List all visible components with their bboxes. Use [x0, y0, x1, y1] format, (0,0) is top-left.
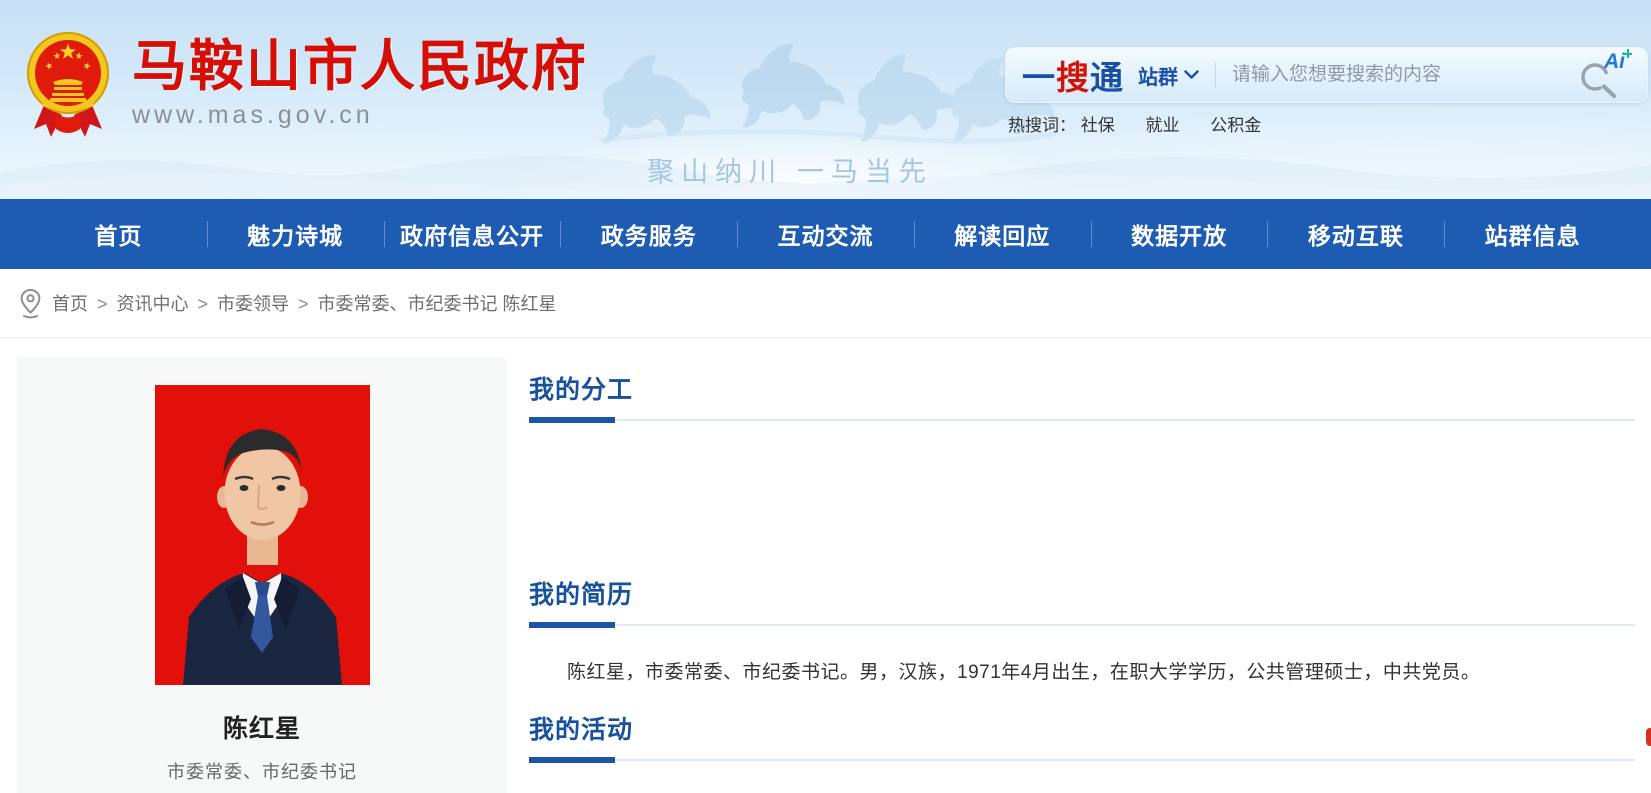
galloping-horses-watermark: [590, 28, 1060, 158]
nav-item-open-data[interactable]: 数据开放: [1091, 199, 1268, 269]
hot-search-words: 热搜词： 社保 就业 公积金: [1008, 111, 1287, 136]
nav-item-gov-services[interactable]: 政务服务: [560, 199, 737, 269]
official-title: 市委常委、市纪委书记: [17, 758, 507, 784]
brand-char-3: 通: [1090, 59, 1124, 96]
ai-search-button[interactable]: Ai: [1579, 52, 1631, 98]
breadcrumb-separator: >: [298, 294, 309, 314]
section-underline: [529, 622, 1635, 628]
breadcrumb-news-center[interactable]: 资讯中心: [117, 294, 189, 314]
site-slogan: 聚山纳川 一马当先: [610, 150, 970, 189]
main-content: 陈红星 市委常委、市纪委书记 我的分工 我的简历 陈红星，市委常委、市纪委书记。…: [17, 357, 1635, 793]
site-logo-link[interactable]: 马鞍山市人民政府 www.mas.gov.cn: [22, 25, 588, 139]
main-navigation: 首页 魅力诗城 政府信息公开 政务服务 互动交流 解读回应 数据开放 移动互联 …: [0, 199, 1651, 269]
section-title-my-duties: 我的分工: [529, 375, 1635, 405]
nav-item-mobile[interactable]: 移动互联: [1267, 199, 1444, 269]
nav-item-label: 政务服务: [601, 217, 697, 251]
floating-widget-edge[interactable]: [1646, 728, 1651, 746]
search-scope-dropdown[interactable]: 站群: [1138, 61, 1199, 90]
nav-item-label: 互动交流: [778, 217, 874, 251]
nav-item-label: 首页: [94, 217, 142, 251]
nav-item-label: 魅力诗城: [247, 217, 343, 251]
brand-char-1: 一: [1022, 59, 1056, 96]
nav-item-interpretation[interactable]: 解读回应: [914, 199, 1091, 269]
resume-text: 陈红星，市委常委、市纪委书记。男，汉族，1971年4月出生，在职大学学历，公共管…: [529, 658, 1635, 688]
portrait-illustration: [155, 385, 370, 685]
nav-item-home[interactable]: 首页: [30, 199, 207, 269]
site-header: 马鞍山市人民政府 www.mas.gov.cn 聚山纳川 一马当先 一搜通 站群…: [0, 0, 1651, 199]
search-input[interactable]: [1232, 64, 1579, 86]
national-emblem-icon: [22, 25, 114, 139]
section-underline: [529, 417, 1635, 423]
search-brand-logo[interactable]: 一搜通: [1022, 51, 1124, 99]
hot-word-link[interactable]: 就业: [1145, 116, 1179, 135]
breadcrumb-current-page: 市委常委、市纪委书记 陈红星: [318, 294, 557, 314]
nav-item-label: 解读回应: [954, 217, 1050, 251]
breadcrumb-separator: >: [97, 294, 108, 314]
official-portrait-photo: [155, 385, 370, 685]
official-name: 陈红星: [17, 709, 507, 745]
nav-item-charming-city[interactable]: 魅力诗城: [207, 199, 384, 269]
site-title: 马鞍山市人民政府: [132, 37, 588, 95]
section-title-my-activities: 我的活动: [529, 715, 1635, 745]
breadcrumb-city-leaders[interactable]: 市委领导: [217, 294, 289, 314]
brand-char-2: 搜: [1056, 59, 1090, 96]
section-title-my-resume: 我的简历: [529, 580, 1635, 610]
breadcrumb: 首页 > 资讯中心 > 市委领导 > 市委常委、市纪委书记 陈红星: [0, 269, 1651, 338]
nav-item-site-group[interactable]: 站群信息: [1444, 199, 1621, 269]
profile-detail-column: 我的分工 我的简历 陈红星，市委常委、市纪委书记。男，汉族，1971年4月出生，…: [529, 357, 1635, 793]
profile-panel: 陈红星 市委常委、市纪委书记: [17, 357, 507, 793]
site-url: www.mas.gov.cn: [132, 101, 588, 130]
ai-plus-icon: [1623, 49, 1632, 58]
nav-item-label: 数据开放: [1131, 217, 1227, 251]
hot-word-link[interactable]: 社保: [1081, 116, 1115, 135]
search-scope-label: 站群: [1138, 61, 1178, 90]
nav-item-interaction[interactable]: 互动交流: [737, 199, 914, 269]
search-bar: 一搜通 站群 Ai: [1005, 47, 1648, 103]
breadcrumb-home[interactable]: 首页: [52, 294, 88, 314]
nav-item-label: 移动互联: [1308, 217, 1404, 251]
nav-item-label: 站群信息: [1485, 217, 1581, 251]
nav-item-label: 政府信息公开: [400, 217, 544, 251]
hot-word-link[interactable]: 公积金: [1210, 116, 1261, 135]
chevron-down-icon: [1184, 70, 1199, 80]
ai-label: Ai: [1604, 51, 1625, 72]
breadcrumb-separator: >: [198, 294, 209, 314]
nav-item-gov-info[interactable]: 政府信息公开: [384, 199, 561, 269]
search-divider: [1215, 62, 1216, 88]
hot-words-label: 热搜词：: [1008, 116, 1076, 135]
section-underline: [529, 757, 1635, 763]
location-pin-icon: [19, 288, 42, 319]
